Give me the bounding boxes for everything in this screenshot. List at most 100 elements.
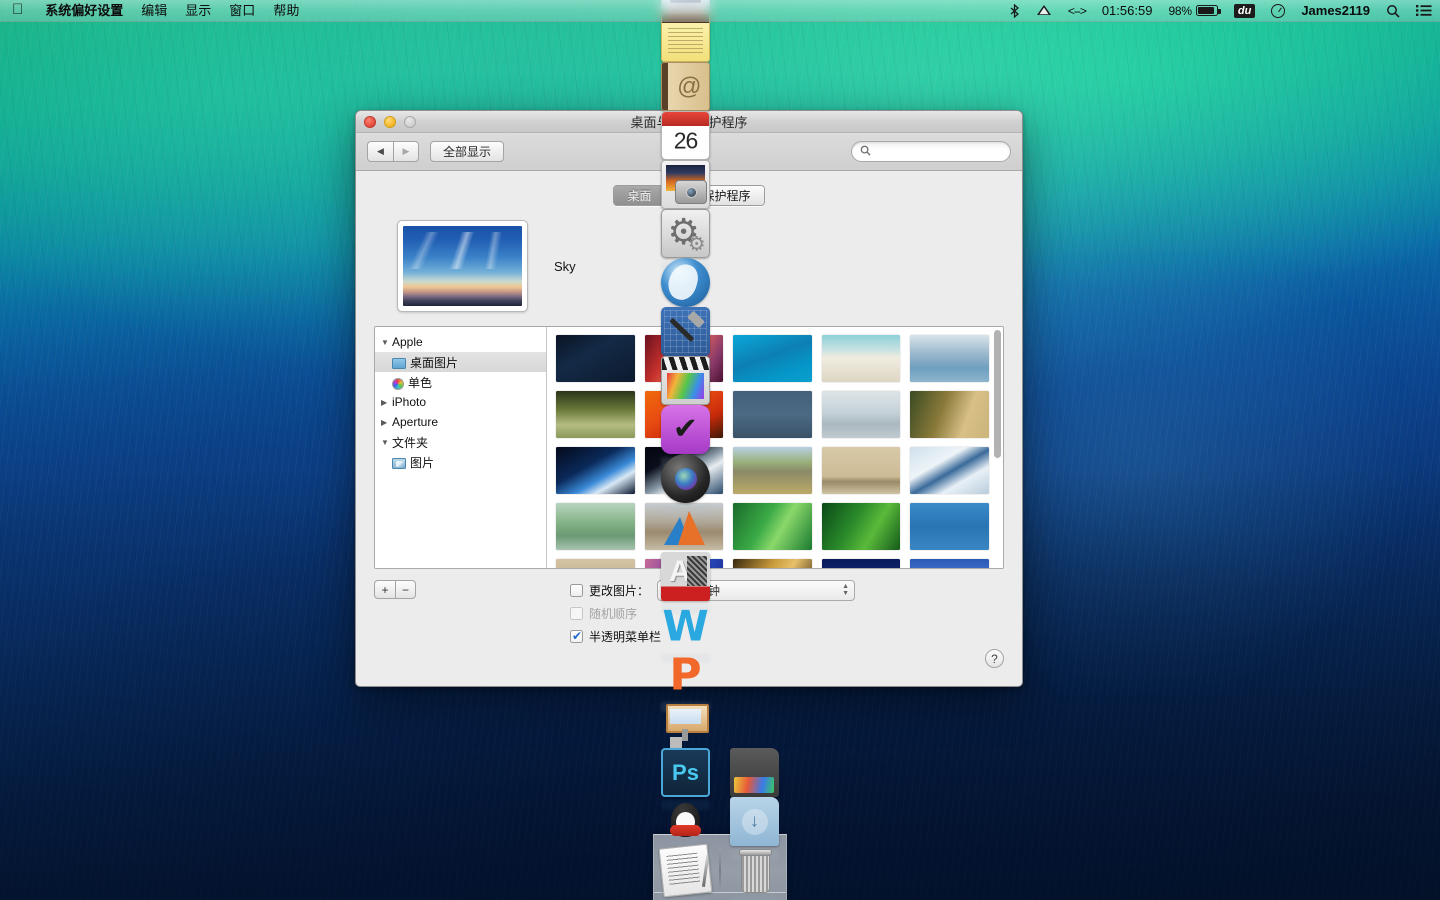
change-picture-checkbox[interactable] <box>570 584 583 597</box>
dock-item[interactable] <box>661 846 710 895</box>
wallpaper-thumbnail[interactable] <box>556 391 635 438</box>
wallpaper-thumbnail[interactable] <box>733 335 812 382</box>
wallpaper-thumbnail[interactable] <box>733 503 812 550</box>
source-list-item-label: 桌面图片 <box>410 354 458 371</box>
source-list-item[interactable]: 桌面图片 <box>375 352 546 372</box>
wallpaper-grid-scrollbar[interactable] <box>994 330 1001 565</box>
google-earth-icon <box>661 258 710 307</box>
dock-item[interactable] <box>730 797 779 846</box>
notification-center-icon[interactable] <box>1408 4 1440 17</box>
wallpaper-thumbnail[interactable] <box>910 503 989 550</box>
add-folder-button[interactable]: + <box>374 580 395 599</box>
source-list-item[interactable]: 文件夹 <box>375 432 546 452</box>
menu-item-window[interactable]: 窗口 <box>220 0 264 22</box>
wallpaper-thumbnail[interactable] <box>910 335 989 382</box>
disclosure-open-icon[interactable] <box>381 438 392 447</box>
wallpaper-thumbnail[interactable] <box>733 447 812 494</box>
source-list-item-label: Apple <box>392 335 423 349</box>
dock-item[interactable] <box>661 258 710 307</box>
wallpaper-thumbnail[interactable] <box>910 447 989 494</box>
show-all-button[interactable]: 全部显示 <box>430 141 504 162</box>
wallpaper-thumbnail[interactable] <box>822 391 901 438</box>
dock-item[interactable] <box>661 699 710 748</box>
menubar-clock[interactable]: 01:56:59 <box>1094 0 1161 22</box>
fast-user-switch-name[interactable]: James2119 <box>1293 0 1378 22</box>
wallpaper-grid-pane <box>547 327 1003 568</box>
menu-item-view[interactable]: 显示 <box>176 0 220 22</box>
menu-item-help[interactable]: 帮助 <box>264 0 308 22</box>
input-method-indicator[interactable]: du <box>1226 4 1263 18</box>
back-button[interactable]: ◀ <box>367 141 393 162</box>
dock-item[interactable] <box>661 503 710 552</box>
dock-item[interactable] <box>661 454 710 503</box>
dock-item[interactable] <box>661 405 710 454</box>
dock-item[interactable] <box>661 62 710 111</box>
wallpaper-thumbnail[interactable] <box>822 503 901 550</box>
bluetooth-icon[interactable] <box>1001 4 1028 18</box>
battery-status[interactable]: 98% <box>1160 0 1225 22</box>
translucent-menubar-checkbox[interactable] <box>570 630 583 643</box>
wallpaper-thumbnail[interactable] <box>822 447 901 494</box>
forward-button[interactable]: ▶ <box>393 141 419 162</box>
menu-item-app[interactable]: 系统偏好设置 <box>36 0 132 22</box>
zoom-button[interactable] <box>404 116 416 128</box>
apple-logo-icon[interactable]:  <box>12 2 23 17</box>
dock-item[interactable] <box>661 797 710 846</box>
arrows-left-right-icon[interactable]: <--> <box>1060 0 1094 22</box>
close-button[interactable] <box>364 116 376 128</box>
color-wheel-icon <box>392 378 404 390</box>
source-list-item[interactable]: Apple <box>375 332 546 352</box>
minimize-button[interactable] <box>384 116 396 128</box>
wallpaper-thumbnail[interactable] <box>556 503 635 550</box>
dock-item[interactable] <box>661 748 710 797</box>
preview-frame[interactable] <box>397 220 528 312</box>
dock-item[interactable] <box>730 748 779 797</box>
wallpaper-thumbnail[interactable] <box>910 391 989 438</box>
help-button[interactable]: ? <box>985 649 1004 668</box>
battery-icon <box>1196 5 1218 16</box>
folder-icon <box>392 358 406 369</box>
source-list-item-label: 单色 <box>408 374 432 391</box>
search-icon <box>860 145 871 159</box>
dock-item[interactable] <box>661 111 710 160</box>
wallpaper-thumbnail[interactable] <box>556 447 635 494</box>
source-list-item-label: 图片 <box>410 454 434 471</box>
random-order-checkbox[interactable] <box>570 607 583 620</box>
xcode-icon <box>661 307 710 356</box>
disclosure-open-icon[interactable] <box>381 338 392 347</box>
dock-item[interactable] <box>661 552 710 601</box>
source-list-item[interactable]: 图片 <box>375 452 546 472</box>
dock-item[interactable] <box>661 650 710 699</box>
iphoto-icon <box>661 160 710 209</box>
wallpaper-thumbnail[interactable] <box>822 335 901 382</box>
remove-folder-button[interactable]: − <box>395 580 416 599</box>
search-input[interactable] <box>875 146 1002 158</box>
dock-item[interactable] <box>661 601 710 650</box>
downloads-folder-icon <box>730 748 779 797</box>
wallpaper-thumbnail[interactable] <box>822 559 901 568</box>
source-list-item[interactable]: iPhoto <box>375 392 546 412</box>
source-list-item[interactable]: 单色 <box>375 372 546 392</box>
dock-item[interactable] <box>661 209 710 258</box>
disclosure-closed-icon[interactable] <box>381 398 392 407</box>
dock-item[interactable] <box>661 307 710 356</box>
time-machine-icon[interactable] <box>1263 4 1293 18</box>
tab-desktop[interactable]: 桌面 <box>614 186 664 205</box>
dock-item[interactable] <box>730 846 779 895</box>
wallpaper-thumbnail[interactable] <box>733 391 812 438</box>
dock-item[interactable] <box>661 356 710 405</box>
spotlight-search-icon[interactable] <box>1378 4 1408 18</box>
menu-item-edit[interactable]: 编辑 <box>132 0 176 22</box>
source-list-item[interactable]: Aperture <box>375 412 546 432</box>
wallpaper-thumbnail[interactable] <box>556 335 635 382</box>
disclosure-closed-icon[interactable] <box>381 418 392 427</box>
photo-booth-icon <box>661 454 710 503</box>
dock-item[interactable] <box>661 160 710 209</box>
wifi-icon[interactable] <box>1028 4 1060 17</box>
wallpaper-thumbnail[interactable] <box>556 559 635 568</box>
wallpaper-thumbnail[interactable] <box>733 559 812 568</box>
wallpaper-thumbnail[interactable] <box>910 559 989 568</box>
toolbar-search-box[interactable] <box>851 141 1011 162</box>
matlab-icon <box>661 503 710 552</box>
translucent-menubar-row: 半透明菜单栏 <box>570 626 855 647</box>
